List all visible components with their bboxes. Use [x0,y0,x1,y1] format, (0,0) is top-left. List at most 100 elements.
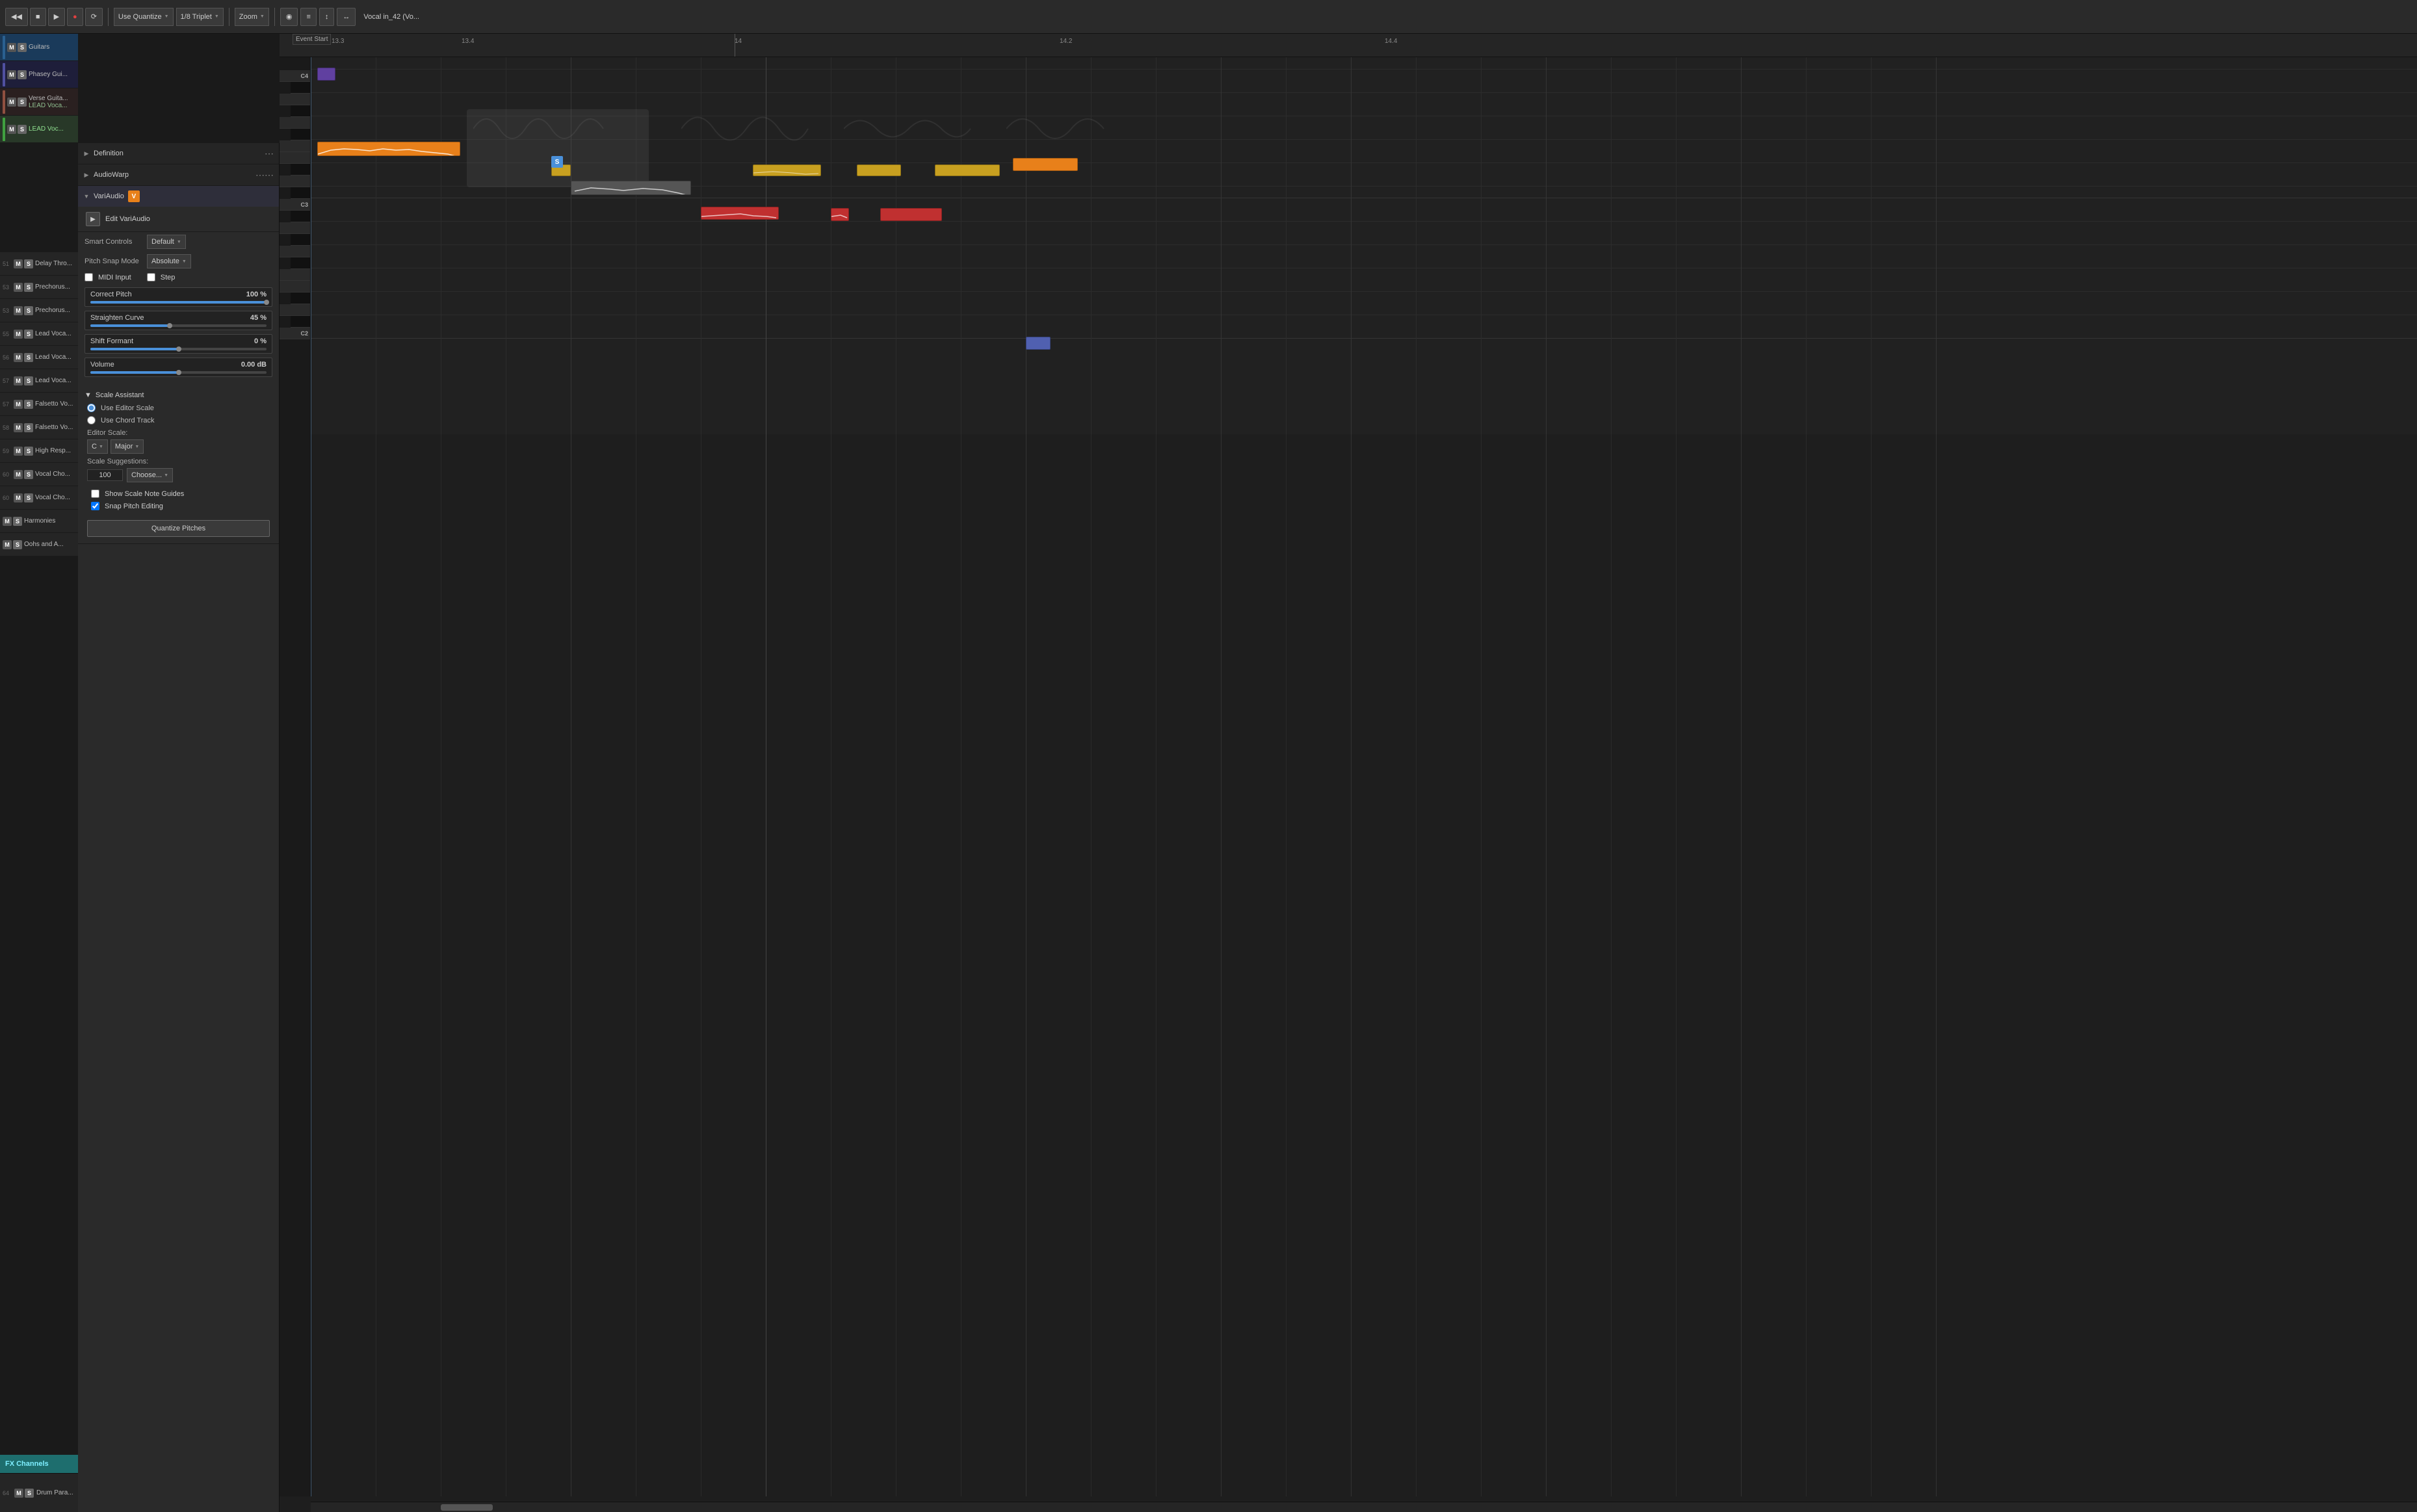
edit-variaudio-btn[interactable]: ▶ Edit VariAudio [78,207,279,232]
use-quantize-dropdown[interactable]: Use Quantize [114,8,174,26]
key-g3[interactable] [280,117,310,129]
key-g2[interactable] [280,246,310,257]
edit-canvas[interactable]: S [311,57,2417,1496]
track-verse[interactable]: M S Verse Guita... LEAD Voca... [0,88,78,116]
key-ab3[interactable] [291,105,310,117]
key-a3[interactable] [280,94,310,105]
key-gb3[interactable] [291,129,310,140]
mute-btn-lead[interactable]: M [7,125,16,134]
track-delay[interactable]: 51 M S Delay Thro... [0,252,78,276]
audio-note-gray[interactable] [571,181,691,195]
use-chord-track-radio[interactable] [87,416,96,424]
audio-note-orange-main[interactable] [317,142,460,156]
key-e2[interactable] [280,281,310,293]
key-gb2[interactable] [291,257,310,269]
solo-pre1[interactable]: S [24,283,33,292]
variaudio-header[interactable]: ▼ VariAudio V [78,186,279,207]
mute-lead57[interactable]: M [14,376,23,385]
mute-btn-phasey[interactable]: M [7,70,16,79]
track-phasey[interactable]: M S Phasey Gui... [0,61,78,88]
h-scrollbar[interactable] [311,1502,2417,1512]
track-guitars[interactable]: M S Guitars [0,34,78,61]
record-btn[interactable]: ● [67,8,83,26]
mute-falsetto58[interactable]: M [14,423,23,432]
track-falsetto58[interactable]: 58 M S Falsetto Vo... [0,416,78,439]
straighten-curve-track[interactable] [90,324,267,327]
mute-lead55[interactable]: M [14,330,23,339]
audio-note-yellow-4[interactable] [935,164,1000,176]
solo-btn-lead[interactable]: S [18,125,27,134]
quantize-value-dropdown[interactable]: 1/8 Triplet [176,8,224,26]
midi-input-checkbox[interactable] [85,273,93,281]
mute-oohs[interactable]: M [3,540,12,549]
snap-pitch-checkbox[interactable] [91,502,99,510]
key-eb3[interactable] [291,164,310,176]
track-lead-voc[interactable]: M S LEAD Voc... [0,116,78,143]
audio-note-blue-right[interactable] [1026,337,1051,350]
scale-assistant-title[interactable]: ▼ Scale Assistant [85,389,272,402]
track-pre1[interactable]: 53 M S Prechorus... [0,276,78,299]
mute-highresp[interactable]: M [14,447,23,456]
solo-btn-verse[interactable]: S [18,98,27,107]
solo-btn-phasey[interactable]: S [18,70,27,79]
mute-drum[interactable]: M [14,1489,23,1498]
audio-note-red-2[interactable] [831,208,849,221]
scale-type-dropdown[interactable]: Major [111,439,144,454]
scrollbar-thumb[interactable] [441,1504,493,1511]
mute-falsetto57[interactable]: M [14,400,23,409]
shift-formant-thumb[interactable] [176,346,181,352]
key-db2[interactable] [291,316,310,328]
choose-dropdown[interactable]: Choose... [127,468,173,482]
loop-btn[interactable]: ⟳ [85,8,103,26]
track-lead55[interactable]: 55 M S Lead Voca... [0,322,78,346]
solo-oohs[interactable]: S [13,540,22,549]
volume-thumb[interactable] [176,370,181,375]
track-pre2[interactable]: 53 M S Prechorus... [0,299,78,322]
track-lead56[interactable]: 56 M S Lead Voca... [0,346,78,369]
quantize-pitches-btn[interactable]: Quantize Pitches [87,520,270,537]
view-btn-4[interactable]: ↔ [337,8,356,26]
mute-lead56[interactable]: M [14,353,23,362]
key-b3[interactable] [291,82,310,94]
mute-btn-verse[interactable]: M [7,98,16,107]
key-d2[interactable] [280,304,310,316]
zoom-dropdown[interactable]: Zoom [235,8,269,26]
audiowarp-header[interactable]: ▶ AudioWarp ⋯⋯ [78,164,279,185]
track-highresp[interactable]: 59 M S High Resp... [0,439,78,463]
audio-note-purple[interactable] [317,68,335,81]
suggestions-value[interactable]: 100 [87,469,123,481]
track-vocalcho60a[interactable]: 60 M S Vocal Cho... [0,463,78,486]
mute-vocalcho60b[interactable]: M [14,493,23,502]
solo-harmonies[interactable]: S [13,517,22,526]
key-ab2[interactable] [291,234,310,246]
audio-note-yellow-3[interactable] [857,164,901,176]
rewind-btn[interactable]: ◀◀ [5,8,28,26]
solo-lead57[interactable]: S [24,376,33,385]
step-checkbox[interactable] [147,273,155,281]
key-c3[interactable]: C3 [280,199,310,211]
key-f3[interactable] [280,140,310,152]
track-falsetto57[interactable]: 57 M S Falsetto Vo... [0,393,78,416]
volume-track[interactable] [90,371,267,374]
straighten-curve-thumb[interactable] [167,323,172,328]
correct-pitch-thumb[interactable] [264,300,269,305]
solo-lead56[interactable]: S [24,353,33,362]
solo-vocalcho60a[interactable]: S [24,470,33,479]
key-eb2[interactable] [291,293,310,304]
track-harmonies[interactable]: M S Harmonies [0,510,78,533]
solo-drum[interactable]: S [25,1489,34,1498]
solo-vocalcho60b[interactable]: S [24,493,33,502]
solo-delay[interactable]: S [24,259,33,268]
key-b2[interactable] [291,211,310,222]
key-c2[interactable]: C2 [280,328,310,339]
mute-pre2[interactable]: M [14,306,23,315]
correct-pitch-track[interactable] [90,301,267,304]
view-btn-2[interactable]: ≡ [300,8,316,26]
smart-controls-dropdown[interactable]: Default [147,235,186,249]
solo-highresp[interactable]: S [24,447,33,456]
track-vocalcho60b[interactable]: 60 M S Vocal Cho... [0,486,78,510]
audio-note-red-1[interactable] [701,207,779,220]
stop-btn[interactable]: ■ [30,8,46,26]
mute-pre1[interactable]: M [14,283,23,292]
use-editor-scale-radio[interactable] [87,404,96,412]
